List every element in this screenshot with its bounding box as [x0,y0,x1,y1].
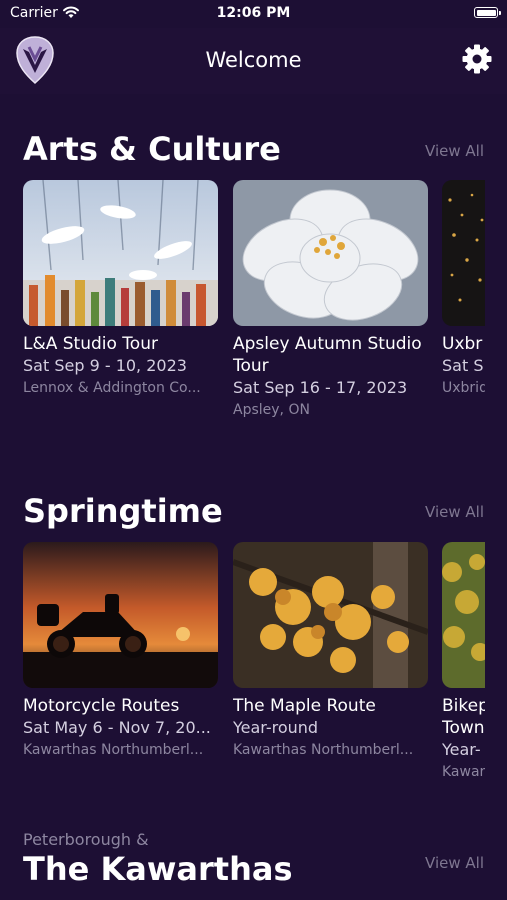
status-bar: Carrier 12:06 PM [0,0,507,28]
view-all-kawarthas-link[interactable]: View All [425,854,484,872]
section-title-arts-culture: Arts & Culture [23,130,281,168]
event-title: L&A Studio Tour [23,334,158,354]
settings-gear-icon[interactable] [461,43,493,75]
nav-title: Welcome [205,48,302,72]
event-card-motorcycle-routes[interactable]: Motorcycle Routes Sat May 6 - Nov 7, 20.… [23,542,218,761]
springtime-carousel[interactable]: Motorcycle Routes Sat May 6 - Nov 7, 20.… [23,542,485,792]
event-date: Sat S [442,356,484,375]
nav-bar: Welcome [0,28,507,94]
event-image-white-peony [233,180,428,326]
event-image-motorcycle-sunset [23,542,218,688]
event-location: Apsley, ON [233,402,310,418]
event-title: Apsley Autumn Studio Tour [233,334,422,376]
event-location: Kawarthas Northumberl... [23,742,204,758]
event-location: Kawar [442,764,485,780]
event-image-autumn-trail [442,542,485,688]
event-date: Sat May 6 - Nov 7, 20... [23,718,211,737]
section-title-kawarthas: The Kawarthas [23,850,293,888]
event-location: Lennox & Addington Co... [23,380,201,396]
clock: 12:06 PM [216,5,291,21]
event-card-apsley-autumn-studio-tour[interactable]: Apsley Autumn Studio Tour Sat Sep 16 - 1… [233,180,428,421]
event-title: Uxbr [442,334,483,354]
event-card-la-studio-tour[interactable]: L&A Studio Tour Sat Sep 9 - 10, 2023 Len… [23,180,218,399]
event-image-night-lights [442,180,485,326]
section-kicker-peterborough: Peterborough & [23,830,149,849]
event-image-watercolor-egrets [23,180,218,326]
battery-icon [474,7,501,18]
event-card-the-maple-route[interactable]: The Maple Route Year-round Kawarthas Nor… [233,542,428,761]
event-image-maple-leaves [233,542,428,688]
event-date: Sat Sep 16 - 17, 2023 [233,378,408,397]
event-date: Sat Sep 9 - 10, 2023 [23,356,187,375]
view-all-springtime-link[interactable]: View All [425,503,484,521]
event-location: Kawarthas Northumberl... [233,742,414,758]
event-title: Bikep Town [442,696,485,738]
event-date: Year-round [233,718,319,737]
event-card-uxbridge[interactable]: Uxbr Sat S Uxbrid [442,180,485,399]
event-title: Motorcycle Routes [23,696,180,716]
event-location: Uxbrid [442,380,485,396]
event-date: Year- [442,740,481,759]
view-all-arts-culture-link[interactable]: View All [425,142,484,160]
arts-culture-carousel[interactable]: L&A Studio Tour Sat Sep 9 - 10, 2023 Len… [23,180,485,430]
section-title-springtime: Springtime [23,492,223,530]
event-title: The Maple Route [233,696,376,716]
event-card-bikepath-towns[interactable]: Bikep Town Year- Kawar [442,542,485,783]
